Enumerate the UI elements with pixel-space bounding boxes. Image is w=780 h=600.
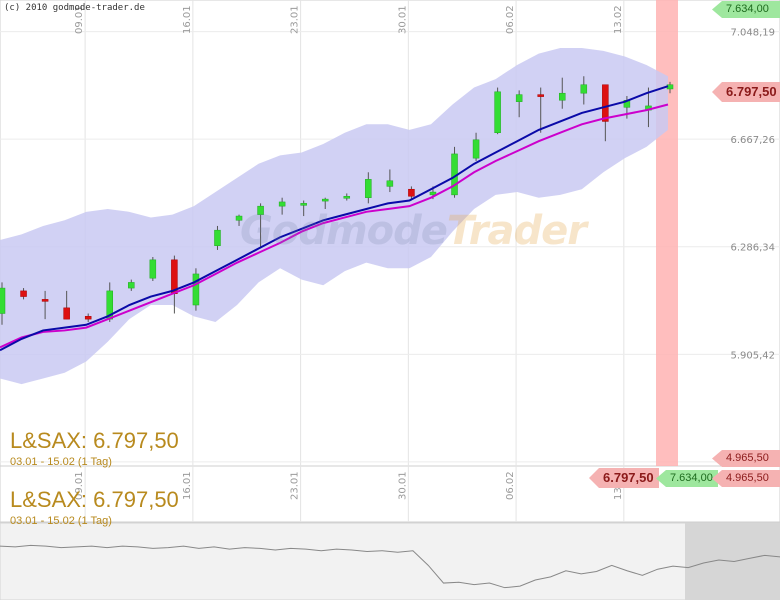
price-badge-bottom: 4.965,50: [712, 450, 780, 467]
price-badge-top: 7.634,00: [712, 1, 780, 18]
x-date-label-lower: 30.01: [397, 471, 408, 500]
current-period-highlight: [656, 0, 678, 466]
lower-badge-high: 7.634,00: [656, 470, 718, 487]
x-date-label-lower: 16.01: [182, 471, 193, 500]
candle: [192, 268, 200, 311]
lower-badge-last: 6.797,50: [589, 468, 659, 488]
candle-body: [128, 282, 135, 289]
candle-body: [580, 84, 588, 94]
lower-legend: L&SAX: 6.797,50 03.01 - 15.02 (1 Tag): [10, 487, 179, 527]
date-range-lower: 03.01 - 15.02 (1 Tag): [10, 515, 112, 527]
copyright-text: (c) 2010 godmode-trader.de: [4, 3, 145, 13]
candle-body: [602, 84, 609, 122]
candle-body: [537, 94, 544, 97]
candle-body: [20, 290, 27, 297]
candle-body: [515, 94, 523, 102]
candle-body: [386, 180, 394, 187]
candle: [494, 87, 501, 135]
x-date-label: 06.02: [505, 5, 516, 34]
navigator-panel: [0, 522, 780, 600]
candle: [451, 146, 458, 198]
watermark-logo: GodmodeTrader: [240, 208, 587, 254]
candle-body: [365, 179, 372, 198]
candle-body: [149, 259, 157, 279]
instrument-name: L&SAX: 6.797,50: [10, 428, 179, 453]
x-date-label-lower: 23.01: [290, 471, 301, 500]
y-tick-label: 6.286,34: [730, 243, 775, 254]
candle: [149, 257, 157, 282]
x-date-label: 30.01: [397, 5, 408, 34]
candle-body: [0, 287, 6, 314]
candle-body: [300, 203, 307, 206]
lower-badge-low: 4.965,50: [712, 470, 780, 487]
y-tick-label: 5.905,42: [730, 350, 775, 361]
candle-body: [559, 92, 566, 101]
candle-body: [408, 188, 415, 197]
x-date-label: 16.01: [182, 5, 193, 34]
candle-body: [321, 198, 329, 202]
main-legend: L&SAX: 6.797,50 03.01 - 15.02 (1 Tag): [10, 428, 179, 468]
candle-body: [494, 91, 501, 133]
candle-body: [41, 299, 49, 302]
navigator-frame: [0, 522, 780, 600]
candle-body: [343, 196, 351, 199]
watermark-part1: Godmode: [240, 208, 448, 254]
x-date-label-lower: 06.02: [505, 471, 516, 500]
x-date-label: 23.01: [290, 5, 301, 34]
instrument-name-lower: L&SAX: 6.797,50: [10, 487, 179, 512]
y-tick-label: 6.667,26: [730, 135, 775, 146]
candle-body: [214, 229, 221, 246]
candle-body: [278, 201, 286, 207]
candle-body: [63, 307, 70, 320]
candle-body: [84, 316, 92, 320]
price-badge-last: 6.797,50: [712, 82, 780, 102]
candle-body: [192, 273, 200, 306]
x-date-label: 13.02: [613, 5, 624, 34]
date-range: 03.01 - 15.02 (1 Tag): [10, 456, 112, 468]
y-tick-label: 7.048,19: [730, 28, 775, 39]
watermark-part2: Trader: [446, 208, 587, 254]
candle-body: [472, 139, 480, 159]
